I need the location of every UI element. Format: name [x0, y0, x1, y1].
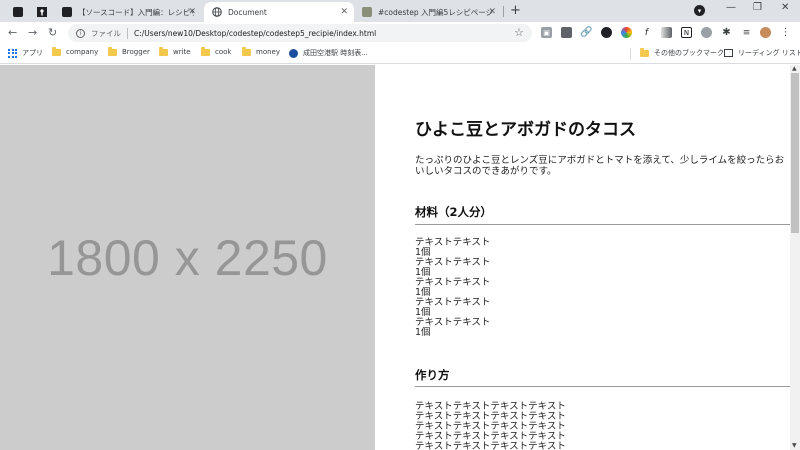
- site-favicon-icon: [37, 7, 47, 17]
- list-item: テキストテキストテキストテキスト: [415, 442, 566, 450]
- bookmark-cook[interactable]: cook: [201, 46, 232, 56]
- address-bar[interactable]: i ファイル C:/Users/new10/Desktop/codestep/c…: [68, 24, 532, 42]
- page-viewport: 1800 x 2250 ひよこ豆とアボガドのタコス たっぷりのひよこ豆とレンズ豆…: [0, 65, 800, 450]
- bookmark-narita[interactable]: 成田空港駅 時刻表...: [289, 48, 368, 58]
- scroll-down-icon[interactable]: ▼: [792, 442, 797, 449]
- placeholder-image: 1800 x 2250: [0, 65, 375, 450]
- recipe-lead: たっぷりのひよこ豆とレンズ豆にアボガドとトマトを添えて、少しライムを絞ったらおい…: [415, 155, 785, 177]
- ingredients-list: テキストテキスト 1個 テキストテキスト 1個 テキストテキスト 1個 テキスト…: [415, 238, 490, 338]
- tab-title: 【ソースコード】入門編：レシピサイト...: [78, 7, 194, 17]
- gradient-extension-icon[interactable]: [661, 27, 672, 38]
- bookmark-label: write: [173, 48, 191, 56]
- placeholder-text: 1800 x 2250: [47, 229, 328, 286]
- scroll-up-icon[interactable]: ▲: [792, 65, 797, 72]
- url-text[interactable]: C:/Users/new10/Desktop/codestep/codestep…: [134, 29, 376, 38]
- scrollbar-thumb[interactable]: [791, 73, 799, 233]
- folder-icon: [242, 46, 251, 56]
- reading-list-icon: [724, 49, 733, 57]
- bookmark-label: cook: [215, 48, 232, 56]
- new-tab-button[interactable]: +: [510, 3, 521, 18]
- square-extension-icon[interactable]: [561, 27, 572, 38]
- ingredients-heading: 材料（2人分）: [415, 205, 493, 219]
- folder-icon: [108, 46, 117, 56]
- close-tab-icon[interactable]: ✕: [340, 7, 348, 17]
- scheme-label: ファイル: [91, 28, 121, 38]
- site-icon: [289, 48, 298, 58]
- pinned-tab-1[interactable]: [6, 2, 30, 22]
- address-divider: [127, 27, 128, 39]
- recipe-content: ひよこ豆とアボガドのタコス たっぷりのひよこ豆とレンズ豆にアボガドとトマトを添え…: [415, 65, 790, 450]
- close-tab-icon[interactable]: ✕: [488, 7, 496, 17]
- bookmarks-divider: [630, 48, 631, 60]
- site-favicon-icon: [62, 7, 72, 17]
- bookmark-write[interactable]: write: [159, 46, 191, 56]
- bookmark-label: money: [256, 48, 280, 56]
- tab-strip: 【ソースコード】入門編：レシピサイト... ✕ Document ✕ #code…: [0, 0, 800, 22]
- tab-divider: [503, 6, 504, 17]
- menu-kebab-icon[interactable]: ⋮: [780, 27, 791, 38]
- forward-arrow-icon[interactable]: →: [28, 26, 37, 39]
- tab-title: #codestep 入門編5レシピページ d...: [378, 7, 494, 17]
- reading-list-label: リーディング リスト: [738, 49, 800, 57]
- function-extension-icon[interactable]: f: [641, 27, 652, 38]
- tab-sourcecode[interactable]: 【ソースコード】入門編：レシピサイト... ✕: [56, 2, 202, 22]
- circle-extension-icon[interactable]: [701, 27, 712, 38]
- other-bookmarks-label: その他のブックマーク: [654, 49, 724, 57]
- bookmark-brogger[interactable]: Brogger: [108, 46, 150, 56]
- puzzle-extensions-icon[interactable]: ✱: [721, 27, 732, 38]
- folder-icon: [640, 47, 649, 57]
- bookmark-label: 成田空港駅 時刻表...: [303, 49, 368, 57]
- extension-icon[interactable]: [601, 27, 612, 38]
- close-window-button[interactable]: ✕: [781, 2, 789, 13]
- media-icon[interactable]: ≡: [741, 27, 752, 38]
- folder-icon: [159, 46, 168, 56]
- bookmark-label: Brogger: [122, 48, 150, 56]
- info-icon[interactable]: i: [76, 28, 85, 38]
- bookmarks-bar: アプリ company Brogger write cook money 成田空…: [0, 44, 800, 64]
- apps-grid-icon: [8, 48, 17, 58]
- ingredient-amount: 1個: [415, 327, 431, 338]
- reload-icon[interactable]: ↻: [48, 26, 57, 39]
- site-favicon-icon: [362, 7, 372, 17]
- tab-title: Document: [228, 7, 267, 17]
- steps-list: テキストテキストテキストテキスト テキストテキストテキストテキスト テキストテキ…: [415, 402, 566, 450]
- avatar[interactable]: [760, 27, 771, 38]
- bookmark-label: アプリ: [22, 49, 43, 57]
- camera-extension-icon[interactable]: ▣: [541, 27, 552, 38]
- site-favicon-icon: [13, 7, 23, 17]
- tab-codestep[interactable]: #codestep 入門編5レシピページ d... ✕: [356, 2, 502, 22]
- divider: [415, 224, 790, 225]
- tab-document[interactable]: Document ✕: [204, 2, 354, 22]
- tab-search-icon[interactable]: ▾: [694, 5, 705, 16]
- steps-heading: 作り方: [415, 368, 450, 382]
- bookmark-label: company: [66, 48, 99, 56]
- recipe-title: ひよこ豆とアボガドのタコス: [415, 120, 636, 140]
- bookmark-company[interactable]: company: [52, 46, 99, 56]
- other-bookmarks[interactable]: その他のブックマーク: [640, 47, 724, 58]
- browser-toolbar: ← → ↻ i ファイル C:/Users/new10/Desktop/code…: [0, 22, 800, 44]
- bookmark-star-icon[interactable]: ☆: [514, 26, 524, 39]
- divider: [415, 386, 790, 387]
- notion-extension-icon[interactable]: N: [681, 27, 692, 38]
- folder-icon: [52, 46, 61, 56]
- bookmark-money[interactable]: money: [242, 46, 280, 56]
- pinned-tab-2[interactable]: [30, 2, 54, 22]
- folder-icon: [201, 46, 210, 56]
- reading-list[interactable]: リーディング リスト: [724, 48, 800, 58]
- color-wheel-extension-icon[interactable]: [621, 27, 632, 38]
- globe-icon: [212, 7, 222, 17]
- minimize-button[interactable]: —: [726, 2, 736, 13]
- bookmark-apps[interactable]: アプリ: [8, 48, 43, 58]
- back-arrow-icon[interactable]: ←: [8, 26, 17, 39]
- close-tab-icon[interactable]: ✕: [188, 7, 196, 17]
- restore-button[interactable]: ❐: [753, 2, 762, 13]
- link-extension-icon[interactable]: 🔗: [580, 27, 593, 38]
